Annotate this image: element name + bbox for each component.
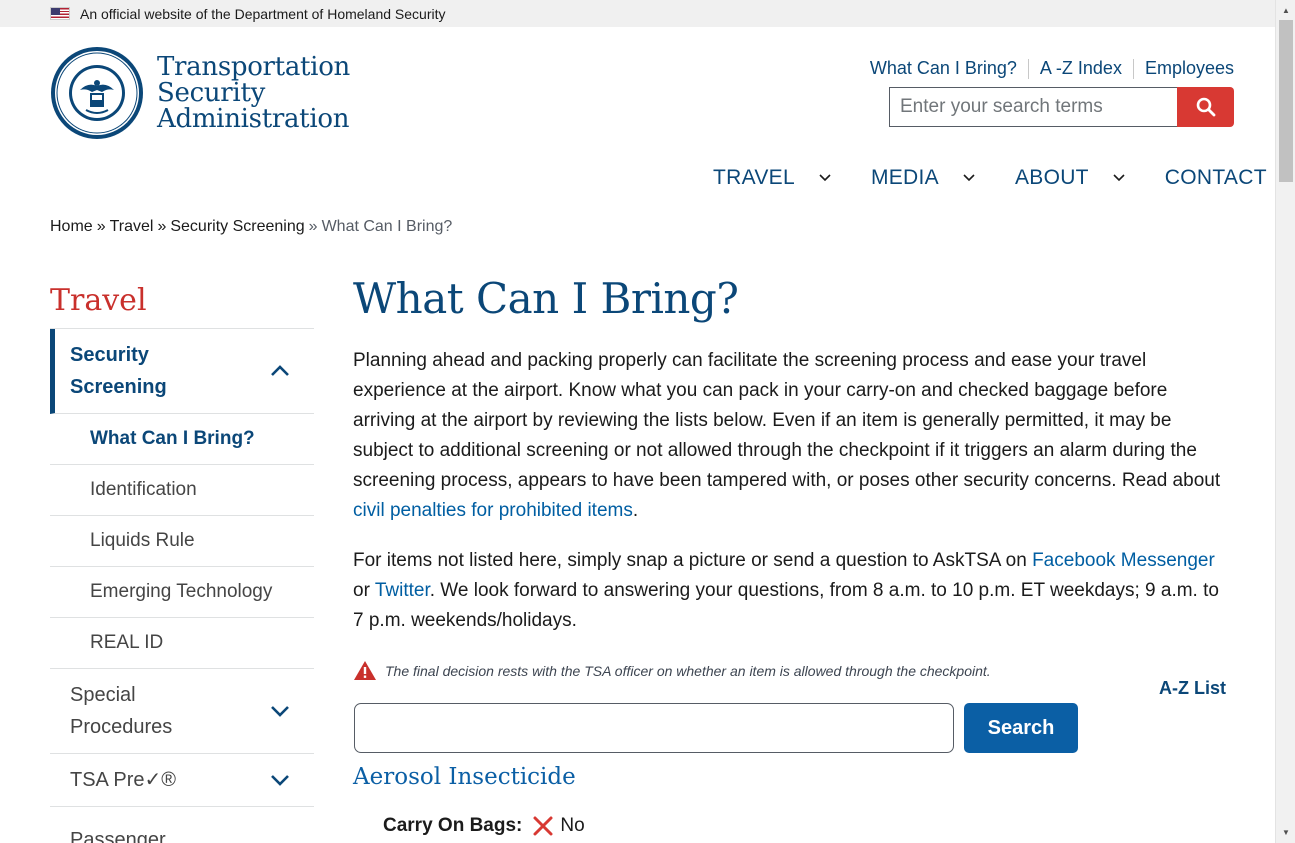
scrollbar-thumb[interactable] [1279,20,1293,182]
site-search-button[interactable] [1177,87,1234,127]
chevron-down-icon[interactable] [270,705,290,717]
breadcrumb-current: What Can I Bring? [321,218,453,235]
contact-paragraph: For items not listed here, simply snap a… [353,550,1219,631]
logo-wordmark: Transportation Security Administration [157,52,350,134]
nav-media[interactable]: MEDIA [871,166,1015,190]
sidebar-item-tsa-precheck[interactable]: TSA Pre✓® [50,754,314,807]
scroll-up-arrow-icon[interactable]: ▲ [1276,3,1295,19]
chevron-down-icon[interactable] [819,174,831,182]
item-search: Search [354,703,1078,753]
chevron-down-icon[interactable] [270,774,290,786]
az-list-link[interactable]: A-Z List [1159,678,1226,699]
scroll-down-arrow-icon[interactable]: ▼ [1276,825,1295,841]
gov-banner-text: An official website of the Department of… [80,5,446,22]
main-nav: TRAVEL MEDIA ABOUT CONTACT [713,166,1267,190]
page-title: What Can I Bring? [353,274,739,323]
us-flag-icon [50,7,70,20]
utility-links: What Can I Bring? A -Z Index Employees [870,58,1234,79]
sidebar-item-real-id[interactable]: REAL ID [50,618,314,669]
chevron-up-icon[interactable] [270,365,290,377]
main-content: What Can I Bring? Planning ahead and pac… [353,270,1233,636]
utility-link-az-index[interactable]: A -Z Index [1040,58,1122,79]
x-mark-icon [532,815,554,837]
item-search-input[interactable] [354,703,954,753]
result-carry-on-row: Carry On Bags: No [383,815,585,837]
warning-triangle-icon [353,660,377,681]
sidebar-item-liquids-rule[interactable]: Liquids Rule [50,516,314,567]
sidebar-item-special-procedures[interactable]: Special Procedures [50,669,314,754]
carry-on-value: No [560,815,585,836]
nav-about[interactable]: ABOUT [1015,166,1165,190]
sidebar-item-what-can-i-bring[interactable]: What Can I Bring? [50,414,314,465]
intro-paragraph: Planning ahead and packing properly can … [353,350,1221,521]
divider [1132,58,1134,79]
site-search [889,87,1234,127]
gov-banner: An official website of the Department of… [0,0,1275,27]
sidebar-item-emerging-technology[interactable]: Emerging Technology [50,567,314,618]
site-search-input[interactable] [889,87,1178,127]
carry-on-label: Carry On Bags: [383,815,523,836]
breadcrumb-security-screening[interactable]: Security Screening [170,218,304,235]
nav-travel[interactable]: TRAVEL [713,166,871,190]
sidebar-item-passenger[interactable]: Passenger [50,807,314,843]
sidebar-nav: Travel Security Screening What Can I Bri… [50,283,314,843]
twitter-link[interactable]: Twitter [375,580,430,601]
tsa-logo[interactable]: Transportation Security Administration [50,46,350,140]
dhs-seal-icon [51,47,143,139]
divider [1027,58,1029,79]
utility-link-employees[interactable]: Employees [1145,58,1234,79]
result-title[interactable]: Aerosol Insecticide [353,764,576,790]
breadcrumb-home[interactable]: Home [50,218,93,235]
chevron-down-icon[interactable] [963,174,975,182]
item-search-button[interactable]: Search [964,703,1078,753]
scrollbar[interactable]: ▲ ▼ [1275,0,1295,843]
sidebar-item-security-screening[interactable]: Security Screening [50,329,314,414]
chevron-down-icon[interactable] [1113,174,1125,182]
facebook-messenger-link[interactable]: Facebook Messenger [1032,550,1215,571]
breadcrumb-travel[interactable]: Travel [110,218,154,235]
breadcrumb: Home» Travel» Security Screening» What Can … [50,218,453,235]
utility-link-what-can-i-bring[interactable]: What Can I Bring? [870,58,1017,79]
search-icon [1196,97,1215,117]
nav-contact[interactable]: CONTACT [1165,166,1267,190]
civil-penalties-link[interactable]: civil penalties for prohibited items [353,500,633,521]
warning-notice: The final decision rests with the TSA of… [353,660,991,681]
sidebar-item-identification[interactable]: Identification [50,465,314,516]
sidebar-title[interactable]: Travel [50,283,314,329]
